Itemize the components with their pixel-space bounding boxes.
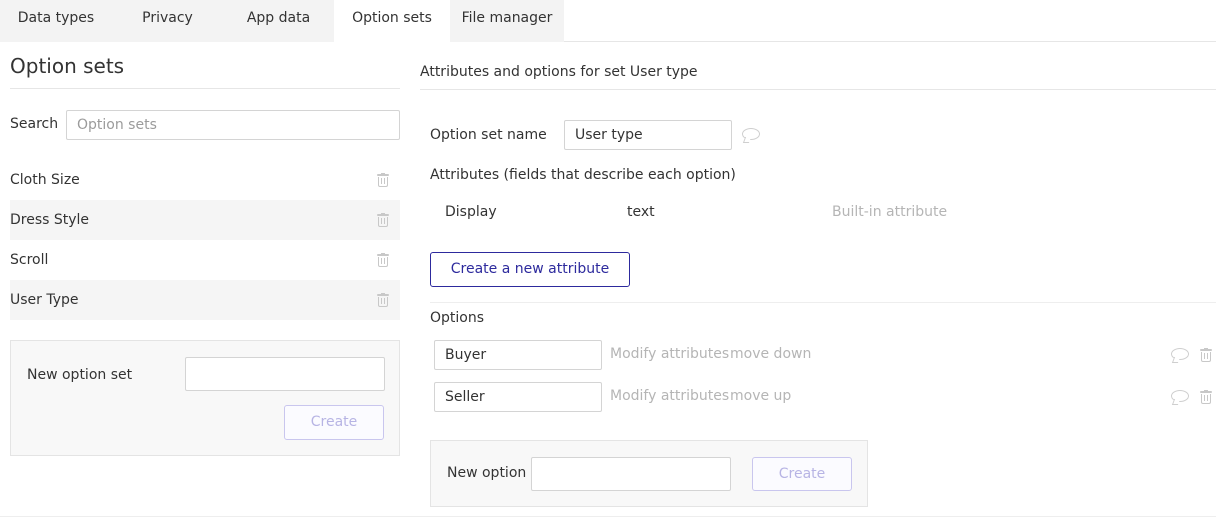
attributes-heading: Attributes (fields that describe each op… [430,167,736,183]
option-value-input[interactable]: Buyer [434,340,602,370]
divider [420,89,1216,90]
divider [10,88,400,89]
option-set-label: Scroll [10,252,49,268]
trash-icon[interactable] [377,213,389,227]
tab-data-types[interactable]: Data types [0,0,112,42]
attribute-type: text [627,204,655,220]
attributes-title: Attributes and options for set User type [420,64,698,80]
attribute-name: Display [445,204,497,220]
tab-option-sets[interactable]: Option sets [334,0,450,42]
option-set-name-input[interactable]: User type [564,120,732,150]
tab-bar: Data types Privacy App data Option sets … [0,0,1216,42]
search-input[interactable] [66,110,400,140]
search-label: Search [10,116,59,132]
create-option-button[interactable]: Create [752,457,852,491]
built-in-attribute-note: Built-in attribute [832,204,948,220]
modify-attributes-link[interactable]: Modify attributes [610,388,729,404]
new-option-panel: New option Create [430,440,868,507]
comment-icon[interactable] [1171,390,1189,402]
tab-app-data[interactable]: App data [223,0,334,42]
option-set-item-dress-style[interactable]: Dress Style [10,200,400,240]
option-set-item-cloth-size[interactable]: Cloth Size [10,160,400,200]
option-sets-title: Option sets [10,54,125,78]
option-set-label: Cloth Size [10,172,80,188]
tab-file-manager[interactable]: File manager [450,0,564,42]
divider [0,516,1216,517]
option-set-name-label: Option set name [430,127,547,143]
option-value-input[interactable]: Seller [434,382,602,412]
trash-icon[interactable] [377,173,389,187]
options-heading: Options [430,310,485,326]
move-up-link[interactable]: move up [730,388,791,404]
new-option-set-label: New option set [27,367,133,383]
create-attribute-button[interactable]: Create a new attribute [430,252,630,287]
new-option-input[interactable] [531,457,731,491]
new-option-set-panel: New option set Create [10,340,400,456]
move-down-link[interactable]: move down [730,346,811,362]
option-set-label: Dress Style [10,212,90,228]
option-set-label: User Type [10,292,79,308]
option-set-item-scroll[interactable]: Scroll [10,240,400,280]
tab-privacy[interactable]: Privacy [112,0,223,42]
divider [430,302,1216,303]
trash-icon[interactable] [377,253,389,267]
comment-icon[interactable] [1171,348,1189,360]
option-set-item-user-type[interactable]: User Type [10,280,400,320]
trash-icon[interactable] [1200,348,1212,362]
new-option-label: New option [447,465,527,481]
comment-icon[interactable] [742,128,760,140]
trash-icon[interactable] [377,293,389,307]
new-option-set-input[interactable] [185,357,385,391]
create-option-set-button[interactable]: Create [284,405,384,440]
modify-attributes-link[interactable]: Modify attributes [610,346,729,362]
trash-icon[interactable] [1200,390,1212,404]
